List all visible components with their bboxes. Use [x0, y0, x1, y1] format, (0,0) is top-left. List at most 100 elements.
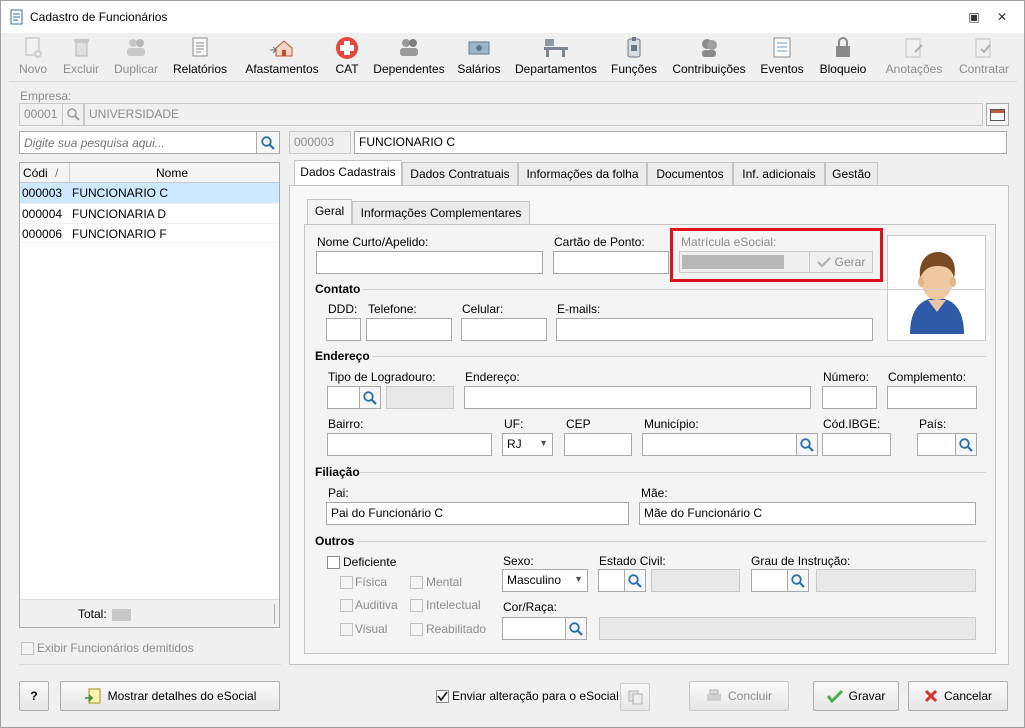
municipio-search-button[interactable] [796, 433, 818, 456]
visual-checkbox[interactable] [340, 623, 353, 636]
pai-input[interactable]: Pai do Funcionário C [326, 502, 629, 525]
auditiva-checkbox[interactable] [340, 599, 353, 612]
uf-select[interactable]: RJ ▼ [502, 433, 553, 456]
bairro-input[interactable] [327, 433, 492, 456]
mostrar-detalhes-esocial-button[interactable]: Mostrar detalhes do eSocial [60, 681, 280, 711]
search-input[interactable] [19, 131, 257, 154]
gerar-button[interactable]: Gerar [809, 251, 873, 273]
tab-dados-cadastrais[interactable]: Dados Cadastrais [294, 160, 402, 186]
tipo-logradouro-input[interactable] [327, 386, 362, 409]
complemento-label: Complemento: [888, 370, 967, 384]
close-button[interactable]: ✕ [994, 9, 1010, 25]
table-row[interactable]: 000006 FUNCIONARIO F [20, 223, 279, 243]
enviar-alteracao-checkbox[interactable] [436, 690, 449, 703]
auditiva-label: Auditiva [355, 598, 398, 612]
empresa-view-button[interactable] [986, 103, 1009, 126]
toolbar-bloqueio-button[interactable]: Bloqueio [815, 33, 871, 81]
tipo-logradouro-search-button[interactable] [359, 386, 381, 409]
fisica-checkbox[interactable] [340, 576, 353, 589]
row-code: 000003 [22, 186, 63, 200]
exibir-demitidos-checkbox[interactable] [21, 642, 34, 655]
tab-dados-contratuais[interactable]: Dados Contratuais [402, 162, 518, 186]
toolbar-anotacoes-button[interactable]: Anotações [881, 33, 947, 81]
mental-label: Mental [426, 575, 463, 589]
row-code: 000006 [22, 227, 63, 241]
toolbar-excluir-button[interactable]: Excluir [59, 33, 103, 81]
toolbar-cat-button[interactable]: CAT [331, 33, 363, 81]
emails-input[interactable] [556, 318, 873, 341]
ddd-label: DDD: [328, 302, 358, 316]
cod-ibge-input[interactable] [822, 433, 891, 456]
subtab-geral[interactable]: Geral [307, 199, 352, 225]
empresa-search-button [62, 103, 84, 126]
grau-instrucao-search-button[interactable] [787, 569, 809, 592]
send-esocial-button[interactable] [620, 683, 650, 711]
cartao-ponto-input[interactable] [553, 251, 669, 274]
cancelar-button[interactable]: Cancelar [908, 681, 1008, 711]
uf-value: RJ [507, 437, 522, 451]
nome-curto-input[interactable] [316, 251, 543, 274]
contract-icon [975, 38, 991, 58]
municipio-input[interactable] [642, 433, 798, 456]
reabilitado-checkbox[interactable] [410, 623, 423, 636]
grau-instrucao-desc [816, 569, 976, 592]
deficiente-checkbox[interactable] [327, 556, 340, 569]
uf-label: UF: [504, 417, 524, 431]
help-button[interactable]: ? [19, 681, 49, 711]
search-button[interactable] [256, 131, 280, 154]
intelectual-label: Intelectual [426, 598, 481, 612]
toolbar-afastamentos-button[interactable]: Afastamentos [241, 33, 323, 81]
subtab-informacoes-complementares[interactable]: Informações Complementares [352, 201, 530, 225]
mae-input[interactable]: Mãe do Funcionário C [639, 502, 976, 525]
tab-documentos[interactable]: Documentos [647, 162, 733, 186]
tab-gestao[interactable]: Gestão [825, 162, 878, 186]
grau-instrucao-input[interactable] [751, 569, 789, 592]
toolbar-contribuicoes-button[interactable]: Contribuições [669, 33, 749, 81]
toolbar-funcoes-button[interactable]: Funções [607, 33, 661, 81]
employee-grid: Códi / Nome 000003 FUNCIONARIO C 000004 … [19, 162, 280, 628]
photo-frame[interactable] [887, 235, 986, 341]
mental-checkbox[interactable] [410, 576, 423, 589]
telefone-input[interactable] [366, 318, 452, 341]
group-divider [357, 541, 986, 542]
search-icon [569, 621, 583, 636]
table-row[interactable]: 000003 FUNCIONARIO C [20, 183, 279, 203]
gravar-button[interactable]: Gravar [813, 681, 899, 711]
tab-informacoes-folha[interactable]: Informações da folha [518, 162, 647, 186]
cep-label: CEP [566, 417, 591, 431]
restore-button[interactable]: ▣ [966, 9, 982, 25]
estado-civil-input[interactable] [598, 569, 626, 592]
estado-civil-search-button[interactable] [624, 569, 646, 592]
sexo-select[interactable]: Masculino ▼ [502, 569, 588, 592]
toolbar-relatorios-button[interactable]: Relatórios [169, 33, 231, 81]
pais-search-button[interactable] [955, 433, 977, 456]
toolbar-dependentes-button[interactable]: Dependentes [371, 33, 447, 81]
toolbar-eventos-button[interactable]: Eventos [757, 33, 807, 81]
lock-icon [836, 37, 850, 57]
sort-indicator: / [55, 166, 59, 180]
cep-input[interactable] [564, 433, 632, 456]
current-name-field[interactable]: FUNCIONARIO C [354, 131, 1007, 154]
grid-header-name[interactable]: Nome [156, 166, 188, 180]
endereco-input[interactable] [464, 386, 811, 409]
cor-raca-input[interactable] [502, 617, 566, 640]
pais-input[interactable] [917, 433, 957, 456]
emails-label: E-mails: [557, 302, 601, 316]
chevron-down-icon: ▼ [574, 574, 583, 584]
tab-inf-adicionais[interactable]: Inf. adicionais [733, 162, 825, 186]
toolbar-novo-button[interactable]: Novo [13, 33, 53, 81]
help-label: ? [30, 689, 38, 703]
ddd-input[interactable] [326, 318, 361, 341]
concluir-button[interactable]: Concluir [689, 681, 789, 711]
toolbar-contratar-button[interactable]: Contratar [953, 33, 1015, 81]
toolbar-departamentos-button[interactable]: Departamentos [511, 33, 601, 81]
table-row[interactable]: 000004 FUNCIONARIA D [20, 203, 279, 223]
toolbar-duplicar-button[interactable]: Duplicar [109, 33, 163, 81]
numero-input[interactable] [822, 386, 877, 409]
intelectual-checkbox[interactable] [410, 599, 423, 612]
cor-raca-search-button[interactable] [565, 617, 587, 640]
celular-input[interactable] [461, 318, 547, 341]
grid-header-code[interactable]: Códi [23, 166, 48, 180]
toolbar-salarios-button[interactable]: Salários [456, 33, 502, 81]
complemento-input[interactable] [887, 386, 977, 409]
